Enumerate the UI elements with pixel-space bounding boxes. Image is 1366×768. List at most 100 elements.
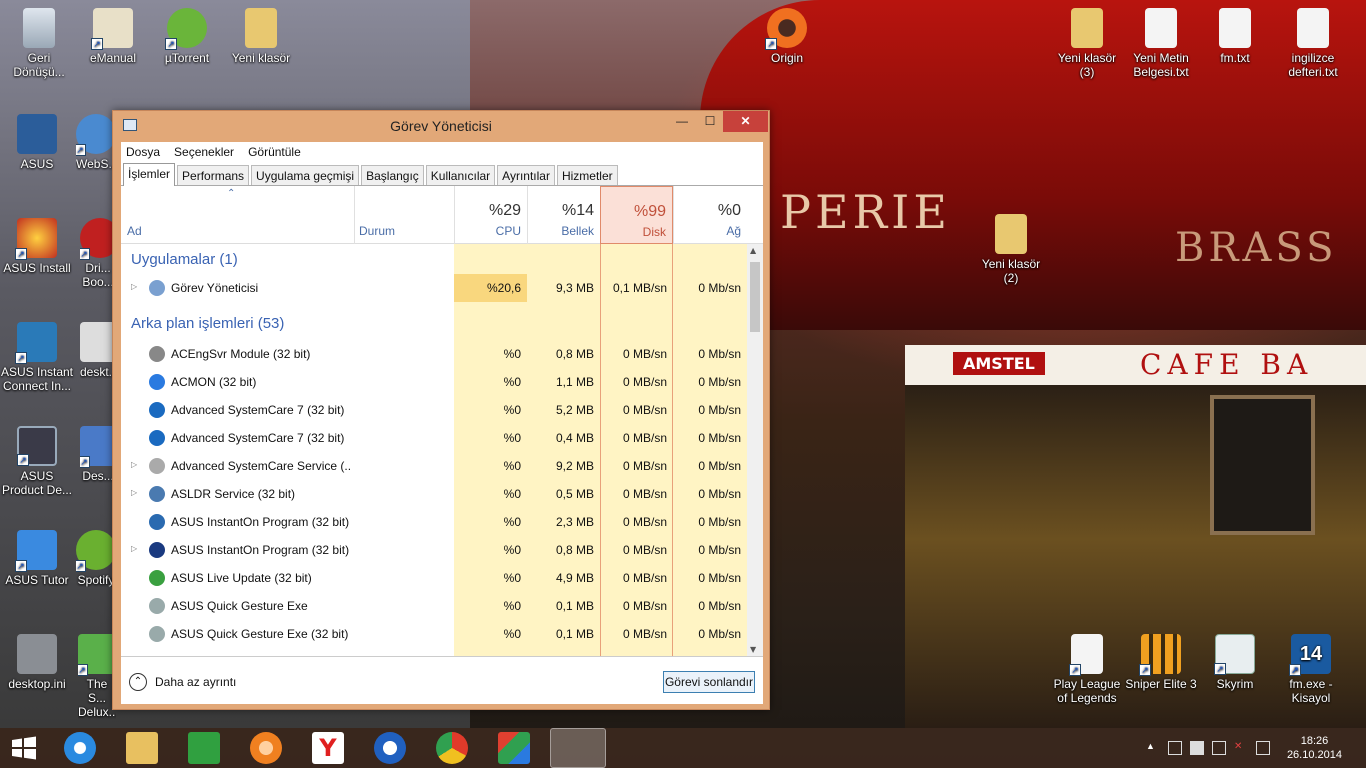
desktop-icon-asus-product[interactable]: ↗ ASUS Product De... <box>0 426 74 497</box>
tray-action-center-icon[interactable] <box>1168 741 1182 755</box>
menu-goruntule[interactable]: Görüntüle <box>248 145 301 159</box>
desktop-icon-sims[interactable]: ↗ The S... Delux... <box>78 634 116 719</box>
fewer-details-button[interactable]: ⌃ Daha az ayrıntı <box>129 673 236 691</box>
process-row[interactable]: ▷ ASUS InstantOn Program (32 bit) %0 0,8 MB… <box>121 536 747 564</box>
desktop-icon-label: fm.txt <box>1220 51 1250 65</box>
desktop-icon-desktop-file[interactable]: deskt... <box>80 322 116 379</box>
process-memory: 0,5 MB <box>555 487 594 501</box>
desktop-icon-sniper-elite[interactable]: ↗ Sniper Elite 3 <box>1124 634 1198 691</box>
expand-chevron-icon[interactable]: ▷ <box>131 488 137 497</box>
task-manager-taskbar-icon[interactable] <box>550 728 606 768</box>
file-explorer-icon[interactable] <box>126 732 158 764</box>
process-row[interactable]: Advanced SystemCare 7 (32 bit) %0 5,2 MB 0 … <box>121 396 747 424</box>
column-memory[interactable]: %14 Bellek <box>527 186 600 244</box>
desktop-icon-new-folder[interactable]: Yeni klasör <box>224 8 298 65</box>
title-bar[interactable]: Görev Yöneticisi — ☐ ✕ <box>113 111 769 139</box>
desktop-icon-new-folder-2[interactable]: Yeni klasör (2) <box>974 214 1048 285</box>
column-cpu[interactable]: %29 CPU <box>454 186 527 244</box>
vertical-scrollbar[interactable]: ▲ ▼ <box>747 244 763 656</box>
process-row[interactable]: ASUS Quick Gesture Exe %0 0,1 MB 0 MB/sn 0 M… <box>121 592 747 620</box>
desktop-icon-label: µTorrent <box>164 51 210 65</box>
scroll-up-icon[interactable]: ▲ <box>750 246 756 255</box>
column-name[interactable]: Ad <box>127 224 142 238</box>
desktop-icon-websurf[interactable]: ↗ WebS... <box>76 114 116 171</box>
expand-chevron-icon[interactable]: ▷ <box>131 460 137 469</box>
tray-network-icon[interactable]: ✕ <box>1234 741 1248 755</box>
desktop-icon-new-text-doc[interactable]: Yeni Metin Belgesi.txt <box>1124 8 1198 79</box>
process-row[interactable]: ASUS InstantOn Program (32 bit) %0 2,3 MB 0… <box>121 508 747 536</box>
process-row[interactable]: ▷ ASLDR Service (32 bit) %0 0,5 MB 0 MB/sn 0 … <box>121 480 747 508</box>
ccleaner-icon[interactable] <box>374 732 406 764</box>
scroll-down-icon[interactable]: ▼ <box>750 645 756 654</box>
desktop-icon-asus-tutor[interactable]: ↗ ASUS Tutor <box>0 530 74 587</box>
paint-icon[interactable] <box>498 732 530 764</box>
column-disk[interactable]: %99 Disk <box>600 186 673 244</box>
desktop-icon-ingilizce[interactable]: ingilizce defteri.txt <box>1276 8 1350 79</box>
start-icon[interactable] <box>8 732 40 764</box>
tab-islemler[interactable]: İşlemler <box>123 163 176 186</box>
desktop-icon-fm-txt[interactable]: fm.txt <box>1198 8 1272 65</box>
tray-power-icon[interactable] <box>1212 741 1226 755</box>
process-cpu: %20,6 <box>454 274 527 302</box>
process-row[interactable]: Advanced SystemCare 7 (32 bit) %0 0,4 MB 0 … <box>121 424 747 452</box>
tab-baslangic[interactable]: Başlangıç <box>361 165 424 185</box>
close-button[interactable]: ✕ <box>723 111 768 132</box>
minimize-button[interactable]: — <box>668 111 696 132</box>
process-name: ACMON (32 bit) <box>171 375 257 389</box>
desktop-icon-utorrent[interactable]: ↗ µTorrent <box>150 8 224 65</box>
wallpaper-awning-text2: BRASS <box>1175 225 1338 271</box>
tab-hizmetler[interactable]: Hizmetler <box>556 165 618 185</box>
process-name: ACEngSvr Module (32 bit) <box>171 347 311 361</box>
expand-chevron-icon[interactable]: ▷ <box>131 544 137 553</box>
wallpaper-amstel: AMSTEL <box>953 352 1045 375</box>
desktop-icon-asus-install[interactable]: ↗ ASUS Install <box>0 218 74 275</box>
process-network: 0 Mb/sn <box>698 459 741 473</box>
process-row[interactable]: ACMON (32 bit) %0 1,1 MB 0 MB/sn 0 Mb/sn <box>121 368 747 396</box>
desktop-icon-asus-instant-connect[interactable]: ↗ ASUS Instant Connect In... <box>0 322 74 393</box>
tray-volume-icon[interactable] <box>1256 741 1270 755</box>
task-manager-window[interactable]: Görev Yöneticisi — ☐ ✕ Dosya Seçenekler … <box>112 110 770 710</box>
desktop-icon-new-folder-3[interactable]: Yeni klasör (3) <box>1050 8 1124 79</box>
process-row[interactable]: ASUS Quick Gesture Exe (32 bit) %0 0,1 MB 0… <box>121 620 747 648</box>
desktop-icon-fm-exe[interactable]: 14 ↗ fm.exe - Kisayol <box>1274 634 1348 705</box>
process-row[interactable]: ASUS Live Update (32 bit) %0 4,9 MB 0 MB/sn… <box>121 564 747 592</box>
text-file-icon <box>1145 8 1177 48</box>
chrome-icon[interactable] <box>436 732 468 764</box>
menu-dosya[interactable]: Dosya <box>126 145 160 159</box>
maximize-button[interactable]: ☐ <box>696 111 724 132</box>
tray-overflow-icon[interactable]: ▲ <box>1146 741 1160 755</box>
systemcare-icon <box>149 402 165 418</box>
desktop-icon-skyrim[interactable]: ↗ Skyrim <box>1198 634 1272 691</box>
tab-performans[interactable]: Performans <box>177 165 250 185</box>
desktop-icon-spotify[interactable]: ↗ Spotify <box>76 530 116 587</box>
tray-flag-icon[interactable] <box>1190 741 1204 755</box>
internet-explorer-icon[interactable] <box>64 732 96 764</box>
store-icon[interactable] <box>188 732 220 764</box>
desktop-icon-desktop[interactable]: ↗ Des... <box>80 426 116 483</box>
column-network[interactable]: %0 Ağ <box>673 186 747 244</box>
desktop-icon-asus[interactable]: ASUS <box>0 114 74 171</box>
desktop-icon-recycle-bin[interactable]: Geri Dönüşü... <box>2 8 76 79</box>
tab-ayrintilar[interactable]: Ayrıntılar <box>497 165 555 185</box>
process-row[interactable]: ▷ Görev Yöneticisi %20,6 9,3 MB 0,1 MB/sn 0 M… <box>121 274 747 302</box>
desktop-icon-lol[interactable]: ↗ Play League of Legends <box>1050 634 1124 705</box>
service-icon <box>149 458 165 474</box>
desktop-icon-label: WebS... <box>76 157 116 171</box>
menu-secenekler[interactable]: Seçenekler <box>174 145 234 159</box>
desktop-icon-origin[interactable]: ↗ Origin <box>750 8 824 65</box>
desktop-icon-label: fm.exe - Kisayol <box>1289 677 1333 705</box>
desktop-icon-driver-booster[interactable]: ↗ Dri... Boo... <box>80 218 116 289</box>
process-name: Görev Yöneticisi <box>171 281 259 295</box>
clock[interactable]: 18:26 26.10.2014 <box>1287 734 1342 762</box>
process-row[interactable]: ▷ Advanced SystemCare Service (... %0 9,2 M… <box>121 452 747 480</box>
expand-chevron-icon[interactable]: ▷ <box>131 282 137 291</box>
desktop-icon-emanual[interactable]: ↗ eManual <box>76 8 150 65</box>
tab-uygulama-gecmisi[interactable]: Uygulama geçmişi <box>251 165 360 185</box>
tab-kullanicilar[interactable]: Kullanıcılar <box>425 165 496 185</box>
desktop-icon-desktop-ini[interactable]: desktop.ini <box>0 634 74 691</box>
scroll-thumb[interactable] <box>750 262 760 332</box>
end-task-button[interactable]: Görevi sonlandır <box>663 671 755 693</box>
process-row[interactable]: ACEngSvr Module (32 bit) %0 0,8 MB 0 MB/sn 0… <box>121 340 747 368</box>
yandex-icon[interactable]: Y <box>312 732 344 764</box>
origin-taskbar-icon[interactable] <box>250 732 282 764</box>
